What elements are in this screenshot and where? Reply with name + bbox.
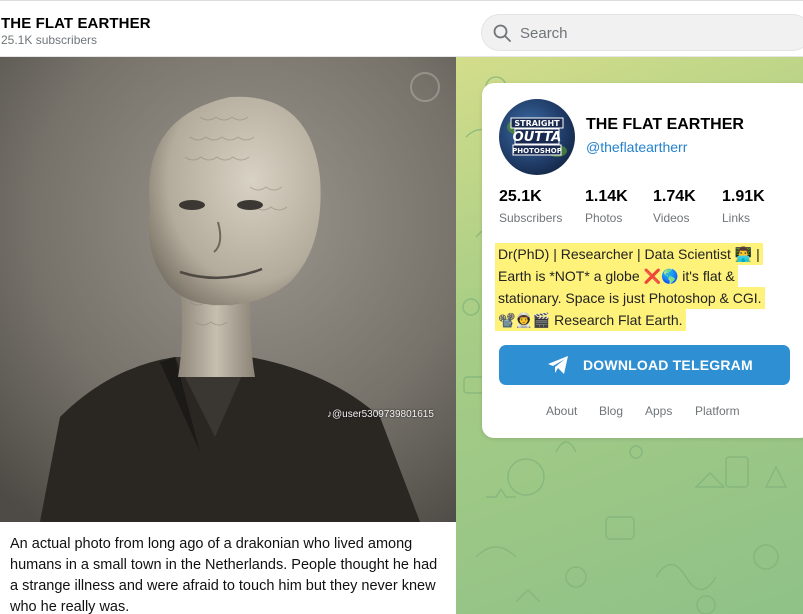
stat-label: Videos <box>653 211 690 225</box>
telegram-paper-plane-icon <box>548 356 568 374</box>
profile-handle[interactable]: @theflateartherr <box>586 139 687 155</box>
search-icon <box>493 24 511 42</box>
footer-link-platform[interactable]: Platform <box>695 404 740 418</box>
stat-value: 1.91K <box>722 188 765 205</box>
stat-value: 25.1K <box>499 188 542 205</box>
channel-header: THE FLAT EARTHER 25.1K subscribers Searc… <box>0 0 803 57</box>
stat-photos: 1.14K Photos <box>585 188 628 225</box>
bio-line: Dr(PhD) | Researcher | Data Scientist 👨‍… <box>498 246 760 262</box>
search-box[interactable]: Search <box>481 14 803 51</box>
stat-label: Links <box>722 211 751 225</box>
avatar-text-3: PHOTOSHOP <box>512 147 562 155</box>
stat-label: Photos <box>585 211 623 225</box>
search-placeholder[interactable]: Search <box>520 25 568 42</box>
download-telegram-button[interactable]: DOWNLOAD TELEGRAM <box>499 345 790 385</box>
stat-label: Subscribers <box>499 211 563 225</box>
bio-line: stationary. Space is just Photoshop & CG… <box>498 290 762 306</box>
bio-line: 📽️👨‍🚀🎬 Research Flat Earth. <box>498 312 683 328</box>
avatar-globe-icon: STRAIGHT OUTTA PHOTOSHOP <box>507 117 567 157</box>
footer-link-apps[interactable]: Apps <box>645 404 672 418</box>
download-label: DOWNLOAD TELEGRAM <box>583 357 753 373</box>
avatar-text-1: STRAIGHT <box>514 119 560 128</box>
channel-title[interactable]: THE FLAT EARTHER <box>1 15 151 32</box>
post-photo[interactable]: ♪@user5309739801615 <box>0 57 456 522</box>
subscriber-count: 25.1K subscribers <box>1 33 98 47</box>
stat-videos: 1.74K Videos <box>653 188 696 225</box>
stat-links: 1.91K Links <box>722 188 765 225</box>
reptilian-portrait-image <box>0 57 456 522</box>
footer-link-about[interactable]: About <box>546 404 577 418</box>
stat-subscribers: 25.1K Subscribers <box>499 188 562 225</box>
channel-avatar[interactable]: STRAIGHT OUTTA PHOTOSHOP <box>499 99 575 175</box>
footer-link-blog[interactable]: Blog <box>599 404 623 418</box>
post-caption: An actual photo from long ago of a drako… <box>0 522 456 614</box>
profile-name: THE FLAT EARTHER <box>586 116 744 133</box>
tiktok-watermark: ♪@user5309739801615 <box>327 409 434 420</box>
channel-bio: Dr(PhD) | Researcher | Data Scientist 👨‍… <box>498 243 798 331</box>
channel-profile-card: STRAIGHT OUTTA PHOTOSHOP THE FLAT EARTHE… <box>482 83 803 438</box>
avatar-text-2: OUTTA <box>513 130 562 145</box>
stat-value: 1.74K <box>653 188 696 205</box>
bio-line: Earth is *NOT* a globe ❌🌎 it's flat & <box>498 268 735 284</box>
stat-value: 1.14K <box>585 188 628 205</box>
